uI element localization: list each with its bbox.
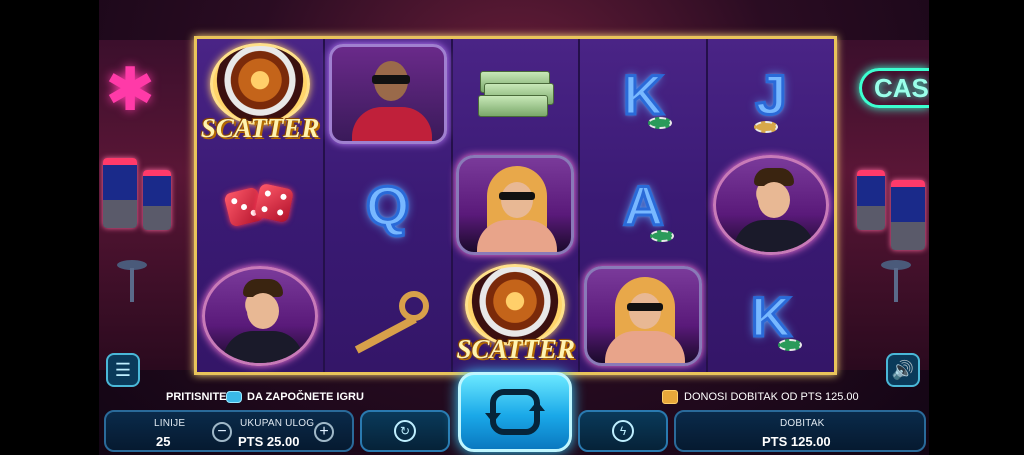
symbol-k: K	[580, 39, 706, 150]
slot-machine-decor	[103, 158, 137, 228]
slot-machine-decor	[857, 170, 885, 230]
symbol-blonde-woman	[580, 261, 706, 372]
reel-grid: SCATTER Q SCATTER K A J K	[194, 36, 837, 375]
card-a: A	[622, 172, 665, 238]
win-value: PTS 125.00	[762, 434, 831, 449]
golden-key-icon	[343, 291, 433, 354]
symbol-scatter: SCATTER	[197, 39, 323, 150]
symbol-card-man	[708, 150, 834, 261]
slot-machine-decor	[143, 170, 171, 230]
turbo-button[interactable]: ϟ	[578, 410, 668, 452]
reel-2: Q	[324, 39, 453, 372]
card-player-portrait	[713, 155, 830, 256]
reel-3: SCATTER	[452, 39, 581, 372]
chip-icon	[754, 121, 779, 133]
symbol-j: J	[708, 39, 834, 150]
symbol-money	[453, 39, 579, 150]
lines-label: LINIJE	[154, 418, 186, 429]
cigar-man-portrait	[328, 44, 447, 145]
scatter-label: SCATTER	[456, 334, 576, 365]
reel-5: J K	[708, 39, 834, 372]
win-label: DOBITAK	[780, 418, 825, 429]
spin-icon	[485, 389, 545, 435]
symbol-k: K	[708, 261, 834, 372]
win-panel: DOBITAK PTS 125.00	[674, 410, 926, 452]
scatter-label: SCATTER	[200, 112, 320, 143]
prompt-text-end: DA ZAPOČNETE IGRU	[247, 391, 364, 403]
bet-panel: LINIJE 25 UKUPAN ULOG − PTS 25.00 +	[104, 410, 354, 452]
blonde-woman-portrait	[456, 155, 575, 256]
symbol-q: Q	[325, 150, 451, 261]
right-casino-scene: CAS	[833, 40, 929, 370]
speaker-icon: 🔊	[891, 359, 915, 380]
card-q: Q	[364, 172, 411, 238]
bet-label: UKUPAN ULOG	[240, 418, 315, 429]
chip-icon	[778, 338, 803, 351]
lines-value: 25	[156, 434, 171, 449]
symbol-card-man	[197, 261, 323, 372]
menu-button[interactable]: ☰	[106, 353, 140, 387]
blonde-woman-portrait	[584, 266, 703, 367]
money-stack-icon	[478, 71, 555, 118]
neon-palm-icon: ✱	[105, 56, 156, 123]
bet-increase-button[interactable]: +	[314, 422, 334, 442]
symbol-blonde-woman	[453, 150, 579, 261]
sound-button[interactable]: 🔊	[886, 353, 920, 387]
slot-machine-decor	[891, 180, 925, 250]
chip-icon	[650, 229, 675, 242]
win-message: DONOSI DOBITAK OD PTS 125.00	[684, 391, 859, 403]
card-j: J	[754, 61, 788, 127]
menu-icon: ☰	[114, 359, 132, 380]
card-player-portrait	[201, 266, 318, 367]
symbol-cigar-man	[325, 39, 451, 150]
symbol-dice	[197, 150, 323, 261]
reel-1: SCATTER	[197, 39, 325, 372]
autoplay-button[interactable]: ↻	[360, 410, 450, 452]
dice-icon	[223, 180, 295, 230]
lightning-icon: ϟ	[612, 420, 634, 442]
symbol-key	[325, 261, 451, 372]
prompt-text-start: PRITISNITE	[166, 391, 227, 403]
bet-decrease-button[interactable]: −	[212, 422, 232, 442]
bet-value: PTS 25.00	[238, 434, 300, 449]
autoplay-icon: ↻	[394, 420, 416, 442]
left-casino-scene: ✱	[99, 40, 195, 370]
chip-icon	[648, 117, 673, 129]
spacebar-key-icon	[226, 391, 242, 403]
reel-4: K A	[580, 39, 709, 372]
coin-icon	[662, 390, 678, 404]
symbol-scatter: SCATTER	[453, 261, 579, 372]
spin-button[interactable]	[458, 372, 572, 452]
symbol-a: A	[580, 150, 706, 261]
casino-neon-sign: CAS	[859, 68, 929, 108]
